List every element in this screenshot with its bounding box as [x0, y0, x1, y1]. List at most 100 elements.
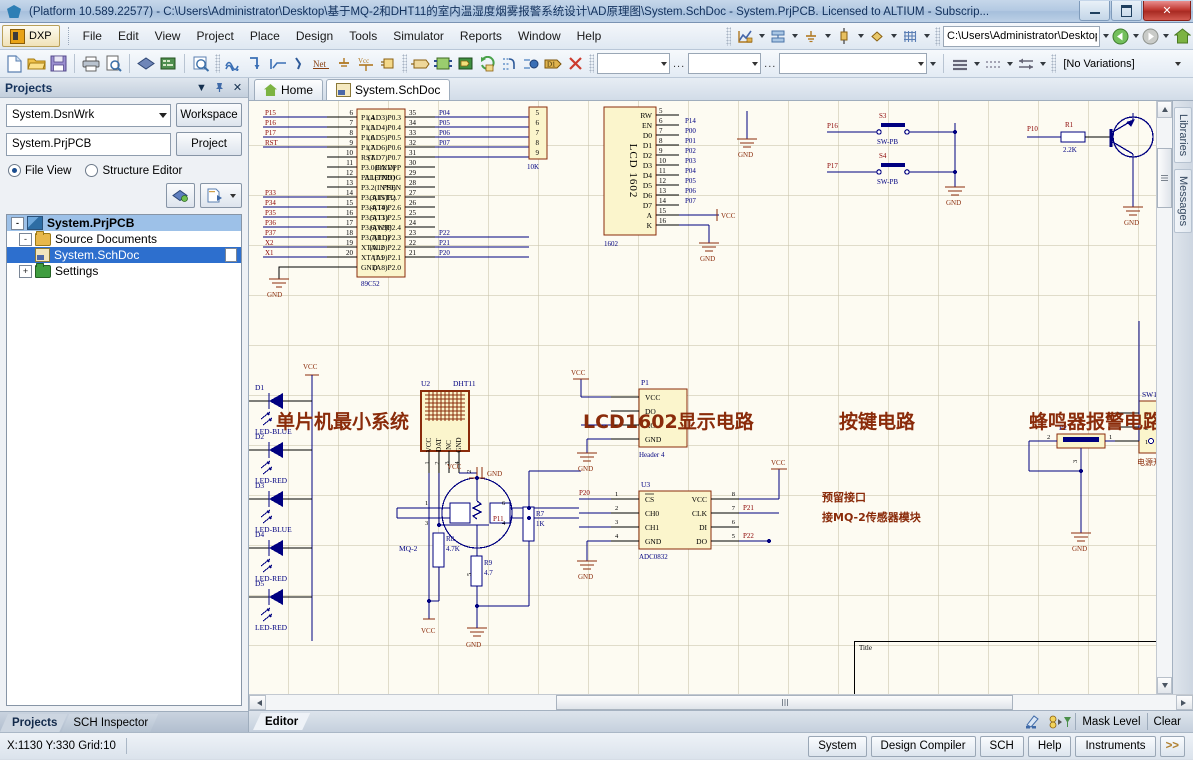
- back-nav-icon[interactable]: [1111, 27, 1130, 46]
- scroll-up-button[interactable]: [1157, 101, 1172, 118]
- document-path-dropdown[interactable]: [1100, 26, 1111, 47]
- diamond-tool-icon[interactable]: [866, 26, 888, 47]
- open-pcb-icon[interactable]: [135, 53, 157, 74]
- open-folder-icon[interactable]: [25, 53, 47, 74]
- spacing-icon[interactable]: [1015, 53, 1037, 74]
- place-bus-entry-icon[interactable]: [267, 53, 289, 74]
- chart-tool-icon[interactable]: [734, 26, 756, 47]
- close-icon[interactable]: ✕: [230, 80, 245, 95]
- place-harness-entry-icon[interactable]: [520, 53, 542, 74]
- place-port-icon[interactable]: [410, 53, 432, 74]
- back-nav-dropdown[interactable]: [1130, 26, 1141, 47]
- menu-item-file[interactable]: File: [75, 26, 110, 46]
- tab-projects[interactable]: Projects: [0, 714, 67, 732]
- pin-icon[interactable]: [212, 80, 227, 95]
- open-document-icon[interactable]: [200, 183, 242, 208]
- probe-tool-dropdown[interactable]: [855, 26, 866, 47]
- align-dropdown[interactable]: [971, 53, 982, 74]
- editor-tab[interactable]: Editor: [253, 713, 310, 730]
- diamond-tool-dropdown[interactable]: [888, 26, 899, 47]
- canvas-horizontal-scrollbar[interactable]: [249, 694, 1193, 710]
- place-part-icon[interactable]: [377, 53, 399, 74]
- place-signal-harness-icon[interactable]: D1: [542, 53, 564, 74]
- canvas-vertical-scrollbar[interactable]: [1156, 101, 1172, 694]
- expander-icon[interactable]: -: [11, 216, 24, 230]
- print-preview-icon[interactable]: [102, 53, 124, 74]
- variations-combo[interactable]: [No Variations]: [1059, 54, 1183, 73]
- probe-tool-icon[interactable]: [833, 26, 855, 47]
- toolbar-combo-3-dropdown[interactable]: [927, 53, 938, 74]
- minimize-button[interactable]: [1079, 1, 1110, 21]
- chevron-down-icon[interactable]: ▼: [194, 80, 209, 95]
- vertical-scroll-track[interactable]: [1157, 118, 1172, 677]
- sheet-tool-dropdown[interactable]: [789, 26, 800, 47]
- workspace-dropdown[interactable]: System.DsnWrk: [6, 103, 171, 127]
- home-nav-icon[interactable]: [1171, 26, 1193, 47]
- menu-item-tools[interactable]: Tools: [341, 26, 385, 46]
- highlight-pen-icon[interactable]: [1019, 714, 1045, 729]
- filter-icon[interactable]: [1045, 715, 1075, 729]
- save-icon[interactable]: [47, 53, 69, 74]
- maximize-button[interactable]: [1111, 1, 1142, 21]
- instruments-button[interactable]: Instruments: [1075, 735, 1156, 757]
- dashed-line-icon[interactable]: [982, 53, 1004, 74]
- sch-button[interactable]: SCH: [979, 735, 1024, 757]
- clear-button[interactable]: Clear: [1146, 713, 1187, 730]
- compile-project-icon[interactable]: [166, 183, 195, 208]
- toolbar-combo-3[interactable]: [779, 53, 928, 74]
- gnd-tool-icon[interactable]: [800, 26, 822, 47]
- tree-node-settings[interactable]: + Settings: [7, 262, 241, 279]
- place-sheet-symbol-icon[interactable]: [432, 53, 454, 74]
- structure-editor-radio[interactable]: [85, 164, 99, 177]
- vertical-scroll-thumb[interactable]: [1157, 148, 1172, 208]
- document-tab-home[interactable]: Home: [254, 79, 324, 100]
- close-button[interactable]: ✕: [1143, 1, 1191, 21]
- gnd-tool-dropdown[interactable]: [822, 26, 833, 47]
- place-sheet-entry-icon[interactable]: [454, 53, 476, 74]
- menu-item-design[interactable]: Design: [288, 26, 341, 46]
- expander-icon[interactable]: -: [19, 232, 32, 246]
- system-button[interactable]: System: [808, 735, 867, 757]
- forward-nav-icon[interactable]: [1141, 27, 1160, 46]
- grid-tool-dropdown[interactable]: [921, 26, 932, 47]
- toolbar-combo-2[interactable]: [688, 53, 762, 74]
- zoom-area-icon[interactable]: [190, 53, 212, 74]
- menu-item-help[interactable]: Help: [569, 26, 610, 46]
- menu-item-view[interactable]: View: [147, 26, 189, 46]
- project-tree[interactable]: - System.PrjPCB - Source Documents Syste…: [6, 214, 242, 706]
- tab-messages[interactable]: Messages: [1174, 169, 1192, 234]
- project-field[interactable]: System.PrjPCB: [6, 132, 171, 156]
- document-path-combo[interactable]: C:\Users\Administrator\Desktop: [943, 25, 1100, 47]
- workspace-button[interactable]: Workspace: [176, 103, 242, 127]
- file-view-radio[interactable]: [8, 164, 21, 177]
- tree-node-system-schdoc[interactable]: System.SchDoc: [7, 247, 241, 263]
- sheet-tool-icon[interactable]: [767, 26, 789, 47]
- menu-item-window[interactable]: Window: [510, 26, 569, 46]
- menu-item-reports[interactable]: Reports: [452, 26, 510, 46]
- horizontal-scroll-thumb[interactable]: [556, 695, 1013, 710]
- tab-sch-inspector[interactable]: SCH Inspector: [61, 714, 158, 732]
- place-device-sheet-icon[interactable]: [476, 53, 498, 74]
- grid-tool-icon[interactable]: [899, 26, 921, 47]
- tab-libraries[interactable]: Libraries: [1174, 107, 1192, 164]
- place-line-icon[interactable]: [289, 53, 311, 74]
- place-wire-icon[interactable]: [223, 53, 245, 74]
- tree-node-source-documents[interactable]: - Source Documents: [7, 230, 241, 247]
- new-document-icon[interactable]: [3, 53, 25, 74]
- scroll-right-button[interactable]: [1176, 695, 1193, 710]
- align-icon[interactable]: [949, 53, 971, 74]
- more-panels-button[interactable]: >>: [1159, 735, 1185, 757]
- place-bus-icon[interactable]: [245, 53, 267, 74]
- file-view-label[interactable]: File View: [25, 165, 71, 177]
- schematic-canvas[interactable]: P1.4 P1.5 P1.6 P1.7 RST P3.0(RXD) P3.1(TXD) P…: [249, 101, 1156, 694]
- scroll-down-button[interactable]: [1157, 677, 1172, 694]
- dashed-line-dropdown[interactable]: [1004, 53, 1015, 74]
- place-vcc-power-icon[interactable]: Vcc: [355, 53, 377, 74]
- menu-item-project[interactable]: Project: [188, 26, 241, 46]
- menu-item-simulator[interactable]: Simulator: [385, 26, 452, 46]
- toolbar-combo-1[interactable]: [597, 53, 670, 74]
- tree-node-project[interactable]: - System.PrjPCB: [7, 215, 241, 231]
- horizontal-scroll-track[interactable]: [266, 695, 1176, 710]
- structure-editor-label[interactable]: Structure Editor: [102, 165, 182, 177]
- toolbar-combo-2-ellipsis[interactable]: ...: [761, 58, 779, 70]
